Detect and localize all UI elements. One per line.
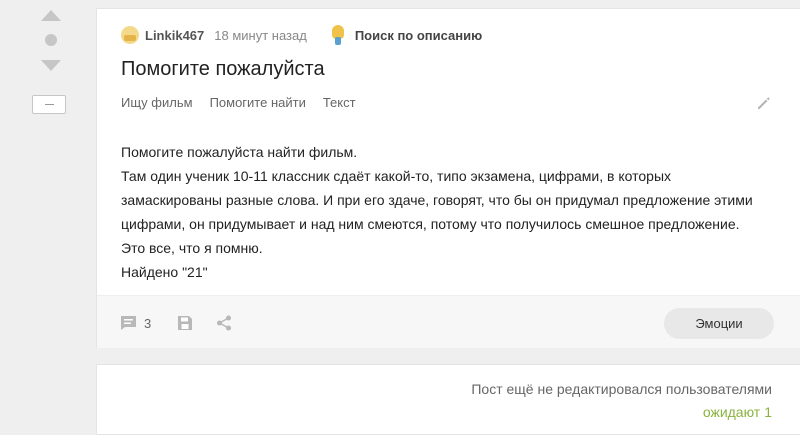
edits-waiting-link[interactable]: ожидают	[703, 404, 760, 420]
emotions-button[interactable]: Эмоции	[664, 308, 774, 339]
comment-icon	[121, 316, 136, 330]
community-link[interactable]: Поиск по описанию	[329, 25, 482, 45]
comments-button[interactable]: 3	[120, 315, 151, 331]
author-name[interactable]: Linkik467	[145, 28, 204, 43]
post-meta: Linkik467 18 минут назад Поиск по описан…	[121, 23, 482, 47]
community-icon	[329, 25, 347, 45]
body-paragraph: Найдено "21"	[121, 264, 208, 280]
comments-count: 3	[144, 315, 152, 331]
arrow-up-icon[interactable]	[41, 10, 61, 21]
body-paragraph: Это все, что я помню.	[121, 240, 263, 256]
avatar[interactable]	[121, 26, 139, 44]
post-footer: 3 Эмоции	[97, 295, 800, 348]
community-name: Поиск по описанию	[354, 27, 483, 43]
post-time: 18 минут назад	[214, 27, 307, 43]
tag-list: Ищу фильм Помогите найти Текст	[121, 95, 373, 110]
post-card: Linkik467 18 минут назад Поиск по описан…	[96, 8, 800, 348]
tag[interactable]: Помогите найти	[210, 95, 306, 110]
tag[interactable]: Текст	[323, 95, 356, 110]
vote-rail	[0, 0, 96, 435]
share-icon[interactable]	[216, 315, 232, 331]
save-icon[interactable]	[177, 315, 193, 331]
post-body: Помогите пожалуйста найти фильм. Там оди…	[121, 140, 761, 284]
body-paragraph: Там один ученик 10-11 классник сдаёт как…	[121, 168, 753, 232]
rating-dot-icon	[45, 34, 57, 46]
edits-panel: Пост ещё не редактировался пользователям…	[96, 364, 800, 435]
edits-waiting: ожидают 1	[703, 404, 772, 420]
tag[interactable]: Ищу фильм	[121, 95, 193, 110]
collapse-button[interactable]	[32, 95, 66, 114]
edits-status: Пост ещё не редактировался пользователям…	[471, 381, 772, 397]
minus-icon	[45, 104, 54, 105]
post-title[interactable]: Помогите пожалуйста	[121, 58, 325, 81]
arrow-down-icon[interactable]	[41, 60, 61, 71]
pencil-icon[interactable]	[756, 95, 772, 111]
edits-waiting-count: 1	[764, 404, 772, 420]
body-paragraph: Помогите пожалуйста найти фильм.	[121, 144, 358, 160]
